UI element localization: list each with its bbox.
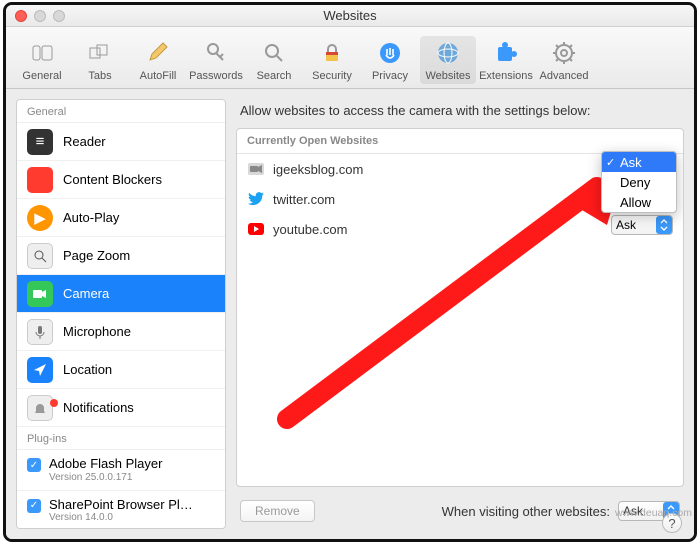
tabs-icon (85, 38, 115, 68)
window-title: Websites (323, 8, 376, 23)
checkbox-checked-icon[interactable]: ✓ (27, 499, 41, 513)
toolbar-privacy[interactable]: Privacy (362, 36, 418, 84)
zoom-window-button[interactable] (53, 10, 65, 22)
sidebar-item-page-zoom[interactable]: Page Zoom (17, 237, 225, 275)
zoom-icon (27, 243, 53, 269)
select-arrows-icon (656, 216, 672, 234)
toolbar-security[interactable]: Security (304, 36, 360, 84)
toolbar-websites[interactable]: Websites (420, 36, 476, 84)
microphone-icon (27, 319, 53, 345)
window-titlebar: Websites (6, 5, 694, 27)
location-icon (27, 357, 53, 383)
sidebar-item-auto-play[interactable]: ▶ Auto-Play (17, 199, 225, 237)
toolbar-general[interactable]: General (14, 36, 70, 84)
hand-icon (375, 38, 405, 68)
notification-badge (50, 399, 58, 407)
bell-icon (27, 395, 53, 421)
permission-dropdown-menu: Ask Deny Allow (601, 151, 677, 213)
search-icon (259, 38, 289, 68)
site-favicon (247, 160, 265, 178)
toolbar-extensions[interactable]: Extensions (478, 36, 534, 84)
youtube-icon (247, 220, 265, 238)
toolbar-tabs[interactable]: Tabs (72, 36, 128, 84)
close-window-button[interactable] (15, 10, 27, 22)
websites-list: Currently Open Websites igeeksblog.com t… (236, 128, 684, 487)
switch-icon (27, 38, 57, 68)
watermark: www.deuaq.com (615, 507, 692, 519)
minimize-window-button[interactable] (34, 10, 46, 22)
dropdown-option-allow[interactable]: Allow (602, 192, 676, 212)
toolbar-advanced[interactable]: Advanced (536, 36, 592, 84)
plugin-item-flash[interactable]: ✓ Adobe Flash Player Version 25.0.0.171 (17, 450, 225, 491)
lock-icon (317, 38, 347, 68)
sidebar-item-microphone[interactable]: Microphone (17, 313, 225, 351)
key-icon (201, 38, 231, 68)
preferences-toolbar: General Tabs AutoFill Passwords Search S… (6, 27, 694, 89)
plugin-item-sharepoint[interactable]: ✓ SharePoint Browser Pl… Version 14.0.0 (17, 491, 225, 529)
sidebar-group-plugins: Plug-ins (17, 427, 225, 450)
pencil-icon (143, 38, 173, 68)
sidebar-item-notifications[interactable]: Notifications (17, 389, 225, 427)
toolbar-search[interactable]: Search (246, 36, 302, 84)
reader-icon: ≡ (27, 129, 53, 155)
footer-label: When visiting other websites: (442, 504, 610, 519)
play-icon: ▶ (27, 205, 53, 231)
remove-button[interactable]: Remove (240, 500, 315, 522)
dropdown-option-deny[interactable]: Deny (602, 172, 676, 192)
twitter-icon (247, 190, 265, 208)
sidebar-item-camera[interactable]: Camera (17, 275, 225, 313)
sidebar-item-location[interactable]: Location (17, 351, 225, 389)
sidebar-item-reader[interactable]: ≡ Reader (17, 123, 225, 161)
dropdown-option-ask[interactable]: Ask (602, 152, 676, 172)
sidebar-group-general: General (17, 100, 225, 123)
globe-icon (433, 38, 463, 68)
checkbox-checked-icon[interactable]: ✓ (27, 458, 41, 472)
toolbar-autofill[interactable]: AutoFill (130, 36, 186, 84)
stop-icon (27, 167, 53, 193)
permission-select-youtube[interactable]: Ask (611, 215, 673, 235)
main-header: Allow websites to access the camera with… (240, 103, 680, 118)
settings-sidebar: General ≡ Reader Content Blockers ▶ Auto… (16, 99, 226, 529)
toolbar-passwords[interactable]: Passwords (188, 36, 244, 84)
puzzle-icon (491, 38, 521, 68)
camera-icon (27, 281, 53, 307)
sidebar-item-content-blockers[interactable]: Content Blockers (17, 161, 225, 199)
gear-icon (549, 38, 579, 68)
